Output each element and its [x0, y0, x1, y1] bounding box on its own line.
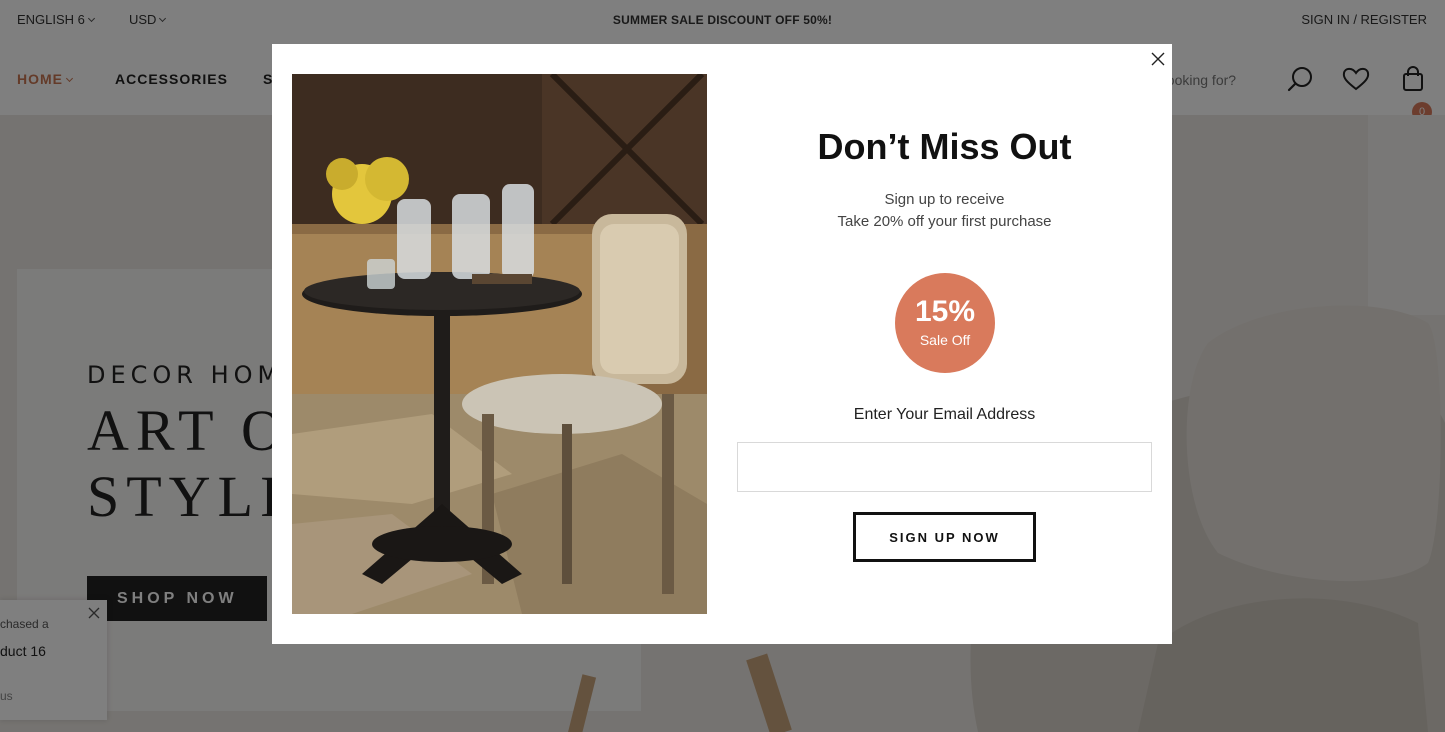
- popup-title: Don’t Miss Out: [817, 126, 1072, 167]
- discount-badge: 15% Sale Off: [895, 273, 995, 373]
- sign-up-button[interactable]: SIGN UP NOW: [853, 512, 1036, 562]
- popup-subtitle: Sign up to receive: [884, 191, 1005, 208]
- popup-offer-text: Take 20% off your first purchase: [837, 213, 1052, 230]
- close-icon[interactable]: [1150, 51, 1166, 67]
- discount-label: Sale Off: [919, 332, 971, 348]
- popup-product-image: [292, 74, 707, 614]
- newsletter-popup: Don’t Miss Out Sign up to receive Take 2…: [272, 44, 1172, 644]
- email-field-label: Enter Your Email Address: [853, 406, 1036, 423]
- email-field[interactable]: [737, 442, 1152, 492]
- discount-percent: 15%: [914, 295, 976, 328]
